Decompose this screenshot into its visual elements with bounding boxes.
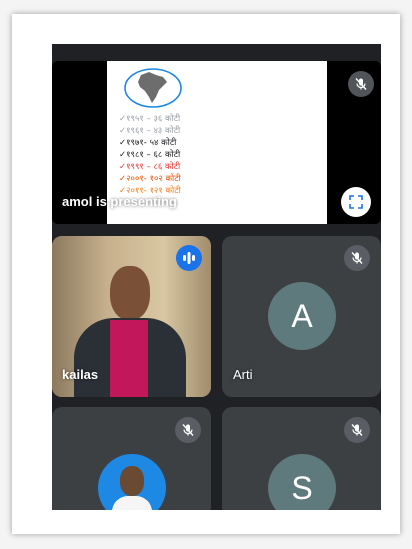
participant-tile-arti[interactable]: A Arti <box>222 236 381 397</box>
audio-level-icon <box>183 252 195 264</box>
video-head <box>110 266 150 320</box>
participant-tile-photo[interactable] <box>52 407 211 510</box>
participant-tile-kailas[interactable]: kailas <box>52 236 211 397</box>
slide-line: ✓१९९१ – ८६ कोटी <box>119 162 181 172</box>
avatar: A <box>268 282 336 350</box>
avatar-photo-body <box>112 496 152 510</box>
fullscreen-button[interactable] <box>341 187 371 217</box>
mic-off-icon <box>348 71 374 97</box>
presentation-tile[interactable]: ✓१९५१ – ३६ कोटी ✓१९६१ – ४३ कोटी ✓१९७१- ५… <box>52 61 381 224</box>
slide-line: ✓१९७१- ५४ कोटी <box>119 138 177 148</box>
fullscreen-icon <box>349 195 363 209</box>
speaking-indicator <box>176 245 202 271</box>
slide-line: ✓१९५१ – ३६ कोटी <box>119 114 181 124</box>
participant-name: Arti <box>233 367 253 382</box>
video-shirt <box>110 320 148 397</box>
mic-off-icon <box>175 417 201 443</box>
slide-line: ✓१९८१ – ६८ कोटी <box>119 150 181 160</box>
avatar-photo <box>98 454 166 510</box>
slide-line: ✓२००१- १०२ कोटी <box>119 174 181 184</box>
mic-off-icon <box>344 245 370 271</box>
avatar: S <box>268 454 336 510</box>
meeting-grid: ✓१९५१ – ३६ कोटी ✓१९६१ – ४३ कोटी ✓१९७१- ५… <box>52 44 381 510</box>
india-map-icon <box>124 68 182 108</box>
mic-off-icon <box>344 417 370 443</box>
avatar-photo-head <box>120 466 144 496</box>
participant-tile-s[interactable]: S <box>222 407 381 510</box>
slide-text: ✓१९५१ – ३६ कोटी ✓१९६१ – ४३ कोटी ✓१९७१- ५… <box>119 113 181 197</box>
presenter-label: amol is presenting <box>62 194 177 209</box>
slide-line: ✓१९६१ – ४३ कोटी <box>119 126 181 136</box>
participant-name: kailas <box>62 367 99 382</box>
